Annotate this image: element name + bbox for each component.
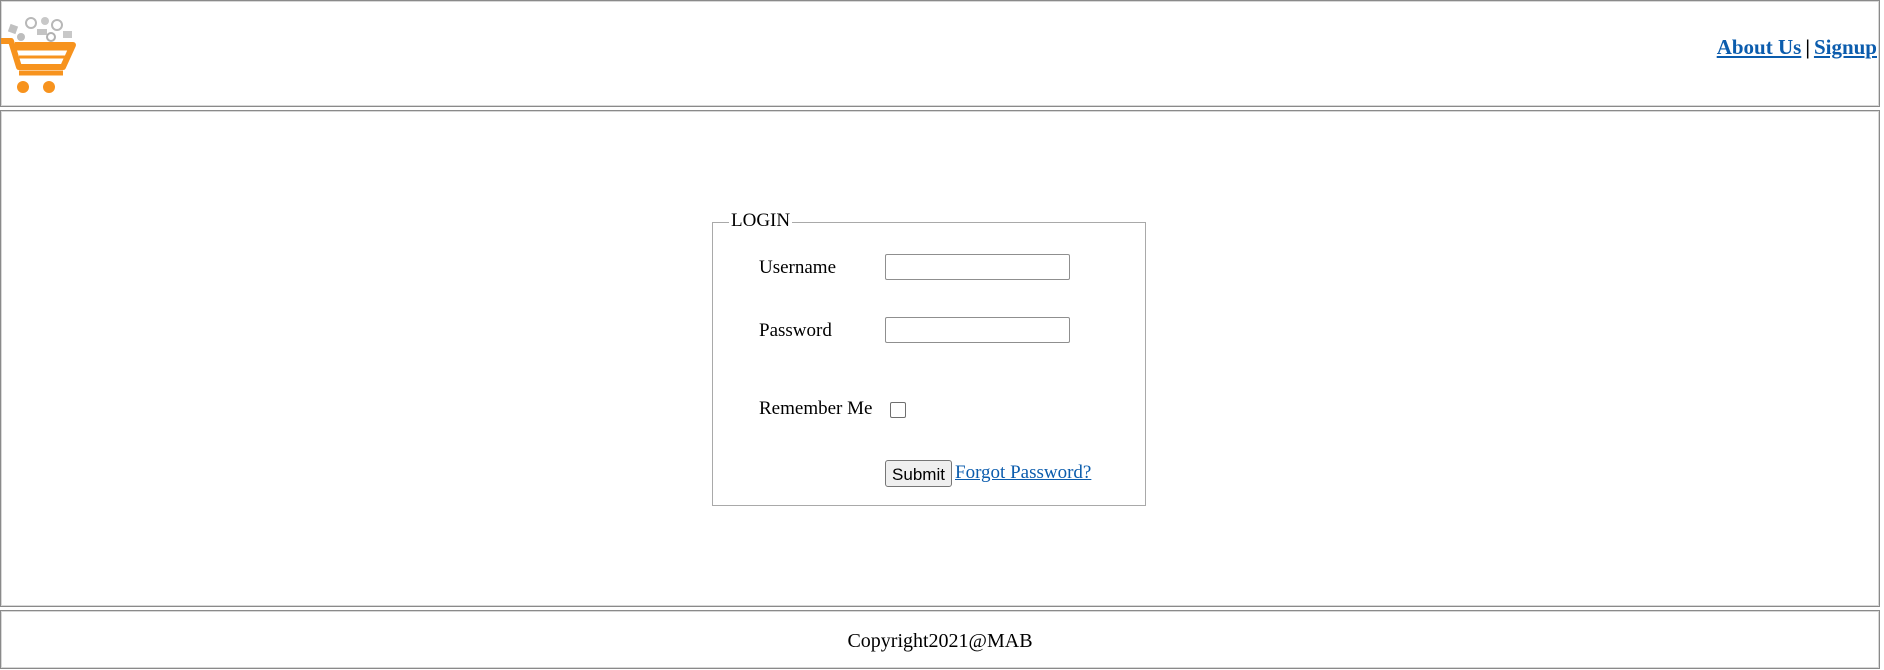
nav-separator: | bbox=[1805, 35, 1810, 59]
login-fieldset: LOGIN Username Password Remember Me Subm… bbox=[712, 209, 1146, 506]
remember-me-checkbox[interactable] bbox=[890, 402, 906, 418]
username-label: Username bbox=[759, 257, 837, 278]
remember-me-label: Remember Me bbox=[759, 398, 873, 419]
header-nav: About Us | Signup bbox=[1717, 35, 1877, 60]
login-legend: LOGIN bbox=[729, 209, 793, 233]
submit-button[interactable]: Submit bbox=[885, 460, 952, 487]
forgot-password-link[interactable]: Forgot Password? bbox=[955, 461, 1091, 485]
main-content: LOGIN Username Password Remember Me Subm… bbox=[0, 110, 1880, 607]
password-input[interactable] bbox=[885, 317, 1070, 343]
signup-link[interactable]: Signup bbox=[1814, 35, 1877, 59]
copyright-text: Copyright2021@MAB bbox=[847, 630, 1033, 652]
shopping-cart-logo-icon[interactable] bbox=[1, 15, 77, 95]
site-header: About Us | Signup bbox=[0, 0, 1880, 107]
site-footer: Copyright2021@MAB bbox=[0, 610, 1880, 669]
password-label: Password bbox=[759, 320, 832, 341]
username-input[interactable] bbox=[885, 254, 1070, 280]
about-us-link[interactable]: About Us bbox=[1717, 35, 1802, 59]
